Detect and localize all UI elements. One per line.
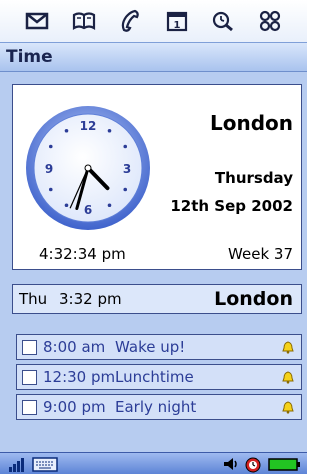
alarm-row[interactable]: 12:30 pm Lunchtime — [16, 364, 302, 390]
second-city-day: Thu — [19, 290, 48, 308]
grid-icon[interactable] — [255, 6, 285, 36]
clock-tick-dot — [107, 203, 112, 208]
numeral-12: 12 — [80, 119, 97, 133]
clock-tick-dot — [64, 203, 69, 208]
phone-icon[interactable] — [115, 6, 145, 36]
alarm-checkbox[interactable] — [22, 399, 37, 415]
alarm-row[interactable]: 8:00 am Wake up! — [16, 334, 302, 360]
alarm-time: 12:30 pm — [43, 368, 116, 386]
clock-panel[interactable]: 12 3 6 9 London Thursday 12th Sep 2002 4… — [12, 84, 302, 270]
battery-icon — [268, 458, 300, 471]
status-bar — [0, 452, 307, 474]
numeral-6: 6 — [84, 203, 92, 217]
clock-tick-dot — [48, 187, 53, 192]
alarm-row[interactable]: 9:00 pm Early night — [16, 394, 302, 420]
numeral-9: 9 — [45, 162, 53, 176]
clock-tick-dot — [123, 144, 128, 149]
svg-text:1: 1 — [173, 20, 180, 31]
alarm-active-icon[interactable] — [242, 455, 264, 473]
envelope-icon[interactable] — [22, 6, 52, 36]
alarm-time: 8:00 am — [43, 338, 106, 356]
analog-clock: 12 3 6 9 — [26, 106, 150, 230]
clock-tick-dot — [107, 128, 112, 133]
alarm-checkbox[interactable] — [22, 369, 37, 385]
book-icon[interactable] — [69, 6, 99, 36]
signal-strength-icon — [9, 458, 24, 472]
keyboard-icon[interactable] — [32, 455, 58, 473]
calendar-icon[interactable]: 1 — [162, 6, 192, 36]
clock-date: 12th Sep 2002 — [170, 197, 293, 215]
clock-tick-dot — [123, 187, 128, 192]
week-number: Week 37 — [228, 245, 293, 263]
clock-tick-dot — [64, 128, 69, 133]
main-area: 12 3 6 9 London Thursday 12th Sep 2002 4… — [0, 72, 307, 452]
title-bar: Time — [0, 42, 307, 72]
second-city-time: 3:32 pm — [59, 290, 122, 308]
clock-tick-dot — [48, 144, 53, 149]
digital-time: 4:32:34 pm — [39, 245, 126, 263]
alarm-label: Lunchtime — [115, 368, 194, 386]
second-city-name: London — [214, 288, 293, 310]
page-title: Time — [6, 47, 53, 67]
bell-icon — [282, 401, 294, 414]
bell-icon — [282, 371, 294, 384]
alarm-label: Wake up! — [115, 338, 186, 356]
clock-search-icon[interactable] — [208, 6, 238, 36]
bell-icon — [282, 341, 294, 354]
clock-weekday: Thursday — [214, 169, 293, 187]
alarm-checkbox[interactable] — [22, 339, 37, 355]
app-toolbar: 1 — [0, 0, 307, 42]
speaker-icon[interactable] — [222, 455, 240, 473]
clock-city: London — [209, 111, 293, 135]
alarm-label: Early night — [115, 398, 197, 416]
second-city-row[interactable]: Thu 3:32 pm London — [12, 284, 302, 314]
numeral-3: 3 — [123, 162, 131, 176]
alarm-time: 9:00 pm — [43, 398, 106, 416]
